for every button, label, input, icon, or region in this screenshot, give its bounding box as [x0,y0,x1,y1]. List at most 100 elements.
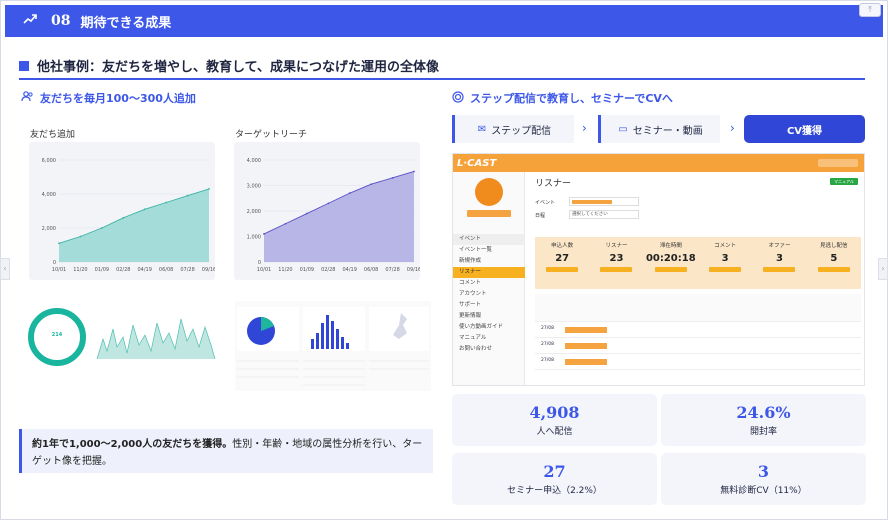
table-row[interactable]: 27/08 [535,338,861,354]
app-screenshot: L·CAST イベント イベント一覧 新規作成 リスナー コメント アカウント … [452,153,865,386]
square-bullet-icon [19,60,29,71]
row-id: 27/08 [541,358,554,363]
friends-chart: 0 2,000 4,000 6,000 10/01 11/20 01/09 02/28 04/1… [29,142,216,280]
scroll-top-button[interactable]: ⤒ [859,3,881,17]
kpi-value: 27 [555,253,570,264]
metric-card: 4,908 人へ配信 [452,394,657,446]
data-point [122,216,125,219]
data-point [143,208,146,211]
table-header [535,294,861,322]
kpi-label: オファー [768,243,791,249]
menu-item[interactable]: リスナー [453,267,525,278]
kpi-value: 00:20:18 [645,253,696,264]
menu-item[interactable]: お問い合わせ [453,344,525,355]
section-divider [19,78,865,80]
chevron-right-icon: › [582,121,587,135]
prev-slide-button[interactable]: ‹ [0,258,10,280]
table-row[interactable]: 27/08 [535,322,861,338]
video-icon: ▭ [618,123,628,135]
tab-step-delivery[interactable]: ✉ ステップ配信 [452,115,574,143]
series-area [264,171,414,262]
mail-icon: ✉ [477,123,487,135]
x-tick-label: 10/01 [52,267,66,273]
x-tick-label: 07/28 [385,267,399,273]
kpi-card: 見逃し配信 5 [807,237,861,289]
donut-value: 214 [51,332,63,338]
y-tick-label: 3,000 [247,184,261,190]
app-main: リスナー マニュアル イベント 日程 選択してください 申込人数 27 リスナー 2… [525,172,864,385]
kpi-card: オファー 3 [752,237,806,289]
data-point [284,222,287,225]
kpi-card: 滞在時間 00:20:18 [644,237,698,289]
slide-frame: 08 期待できる成果 ⤒ 他社事例：友だちを増やし、教育して、成果につなげた運用… [0,0,888,520]
header-title: 期待できる成果 [80,15,172,31]
x-tick-label: 01/09 [300,267,314,273]
menu-item[interactable]: アカウント [453,289,525,300]
analytics-thumbnail-1: 214 [25,299,221,369]
x-tick-label: 09/16 [202,267,215,273]
left-heading: 友だちを毎月100〜300人追加 [21,90,196,106]
x-tick-label: 02/28 [116,267,130,273]
left-heading-text: 友だちを毎月100〜300人追加 [40,92,196,105]
menu-item[interactable]: イベント一覧 [453,245,525,256]
analytics-thumbnail-2 [235,299,431,391]
metric-label: 開封率 [749,427,777,437]
x-tick-label: 09/16 [407,267,420,273]
kpi-card: リスナー 23 [589,237,643,289]
y-tick-label: 2,000 [247,209,261,215]
y-tick-label: 2,000 [42,226,56,232]
date-select[interactable]: 選択してください [569,210,639,219]
data-point [186,194,189,197]
metric-card: 27 セミナー申込（2.2%） [452,453,657,505]
x-tick-label: 11/20 [278,267,292,273]
metric-value: 27 [543,462,566,481]
summary-bold-text: 約1年で1,000〜2,000人の友だちを獲得。 [32,439,233,450]
manual-badge[interactable]: マニュアル [830,178,858,185]
y-tick-label: 0 [53,260,56,266]
kpi-label: リスナー [605,243,628,249]
data-point [165,201,168,204]
table-row[interactable]: 27/08 [535,354,861,370]
metric-label: 人へ配信 [536,427,573,437]
menu-item[interactable]: 更新情報 [453,311,525,322]
metric-card: 24.6% 開封率 [661,394,866,446]
kpi-label: 申込人数 [551,243,574,249]
kpi-label: 見逃し配信 [820,243,848,249]
data-point [413,170,415,173]
right-heading-text: ステップ配信で教育し、セミナーでCVへ [470,92,673,105]
kpi-value: 3 [721,253,729,264]
menu-item[interactable]: 新規作成 [453,256,525,267]
menu-item[interactable]: マニュアル [453,333,525,344]
y-tick-label: 4,000 [42,192,56,198]
event-label: イベント [535,200,556,206]
metric-card: 3 無料診断CV（11%） [661,453,866,505]
y-tick-label: 6,000 [42,158,56,164]
section-number: 08 [51,13,71,29]
tab-seminar-video[interactable]: ▭ セミナー・動画 [598,115,720,143]
row-id: 27/08 [541,326,554,331]
x-tick-label: 06/08 [364,267,378,273]
x-tick-label: 04/19 [138,267,152,273]
metric-value: 24.6% [736,403,791,422]
kpi-card: 申込人数 27 [535,237,589,289]
chart-title-friends: 友だち追加 [30,130,76,140]
menu-item[interactable]: サポート [453,300,525,311]
menu-item[interactable]: 使い方動画ガイド [453,322,525,333]
menu-item[interactable]: イベント [453,234,525,245]
x-tick-label: 02/28 [321,267,335,273]
data-point [208,188,210,190]
users-icon [21,91,34,105]
tab-cv[interactable]: CV獲得 [744,115,865,143]
data-point [263,233,265,235]
menu-item[interactable]: コメント [453,278,525,289]
kpi-value: 5 [830,253,838,264]
y-tick-label: 0 [258,260,261,266]
kpi-value: 3 [775,253,783,264]
event-select[interactable] [569,197,639,206]
next-slide-button[interactable]: › [878,258,888,280]
trend-up-icon [23,13,41,29]
user-name-redacted [818,159,858,167]
header-bar: 08 期待できる成果 [5,5,883,37]
section-title: 他社事例：友だちを増やし、教育して、成果につなげた運用の全体像 [19,56,439,75]
y-tick-label: 4,000 [247,158,261,164]
